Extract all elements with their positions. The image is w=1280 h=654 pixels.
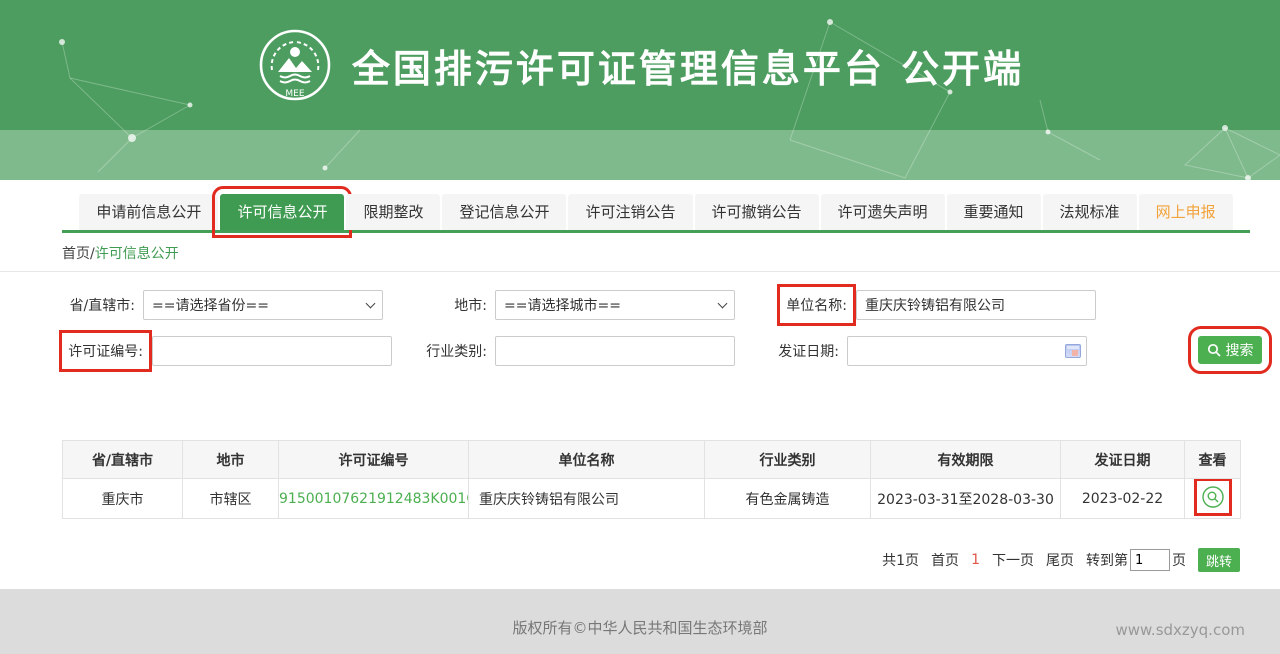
breadcrumb: 首页/许可信息公开 [62,243,1280,263]
cell-city: 市辖区 [183,479,279,519]
form-row-1: 省/直辖市: ==请选择省份== 地市: ==请选择城市== 单位名称: [40,290,1280,320]
calendar-icon[interactable] [1065,344,1081,358]
company-field-group: 单位名称: [744,290,1096,320]
city-field-group: 地市: ==请选择城市== [392,290,744,320]
city-label: 地市: [392,295,487,315]
page-total: 共1页 [882,550,919,570]
industry-input[interactable] [495,336,735,366]
permit-no-label: 许可证编号: [67,338,144,364]
issue-date-input[interactable] [847,336,1087,366]
current-page-link[interactable]: 1 [971,552,980,568]
tab-registration-info[interactable]: 登记信息公开 [442,194,566,230]
form-row-2: 许可证编号: 行业类别: 发证日期: [40,336,1280,366]
main-nav: 申请前信息公开 许可信息公开 限期整改 登记信息公开 许可注销公告 许可撤销公告… [62,194,1250,233]
page-footer: 版权所有©中华人民共和国生态环境部 www.sdxzyq.com [0,589,1280,654]
magnifier-view-icon [1202,486,1224,508]
tab-permit-cancellation-notice[interactable]: 许可注销公告 [568,194,692,230]
col-header-validity: 有效期限 [871,441,1061,479]
province-label: 省/直辖市: [40,295,135,315]
results-table: 省/直辖市 地市 许可证编号 单位名称 行业类别 有效期限 发证日期 查看 重庆… [62,440,1241,519]
table-header-row: 省/直辖市 地市 许可证编号 单位名称 行业类别 有效期限 发证日期 查看 [63,441,1241,479]
results-table-wrap: 省/直辖市 地市 许可证编号 单位名称 行业类别 有效期限 发证日期 查看 重庆… [62,440,1280,519]
tab-permit-revocation-notice[interactable]: 许可撤销公告 [695,194,819,230]
first-page-link[interactable]: 首页 [931,550,959,570]
breadcrumb-current: 许可信息公开 [95,246,179,262]
site-url: www.sdxzyq.com [1116,621,1246,639]
cell-company: 重庆庆铃铸铝有限公司 [469,479,705,519]
province-field-group: 省/直辖市: ==请选择省份== [40,290,392,320]
province-select-value: ==请选择省份== [152,295,269,315]
tab-deadline-rectification[interactable]: 限期整改 [346,194,440,230]
tab-online-declaration[interactable]: 网上申报 [1139,194,1233,230]
company-name-input[interactable] [856,290,1096,320]
city-select[interactable]: ==请选择城市== [495,290,735,320]
tab-permit-loss-statement[interactable]: 许可遗失声明 [821,194,945,230]
industry-label: 行业类别: [392,341,487,361]
issue-date-label: 发证日期: [744,341,839,361]
col-header-city: 地市 [183,441,279,479]
col-header-province: 省/直辖市 [63,441,183,479]
site-title: 全国排污许可证管理信息平台 公开端 [352,38,1024,93]
goto-suffix: 页 [1172,550,1186,570]
copyright-text: 版权所有©中华人民共和国生态环境部 [0,589,1280,638]
view-permit-button[interactable] [1201,485,1225,509]
next-page-link[interactable]: 下一页 [992,550,1034,570]
cell-validity: 2023-03-31至2028-03-30 [871,479,1061,519]
svg-text:MEE: MEE [285,89,304,99]
tab-important-notice[interactable]: 重要通知 [947,194,1041,230]
city-select-value: ==请选择城市== [504,295,621,315]
header-band [0,130,1280,180]
pagination: 共1页 首页 1 下一页 尾页 转到第 页 跳转 [0,547,1240,573]
province-select[interactable]: ==请选择省份== [143,290,383,320]
permit-no-input[interactable] [152,336,392,366]
breadcrumb-home-link[interactable]: 首页 [62,246,90,262]
col-header-permit-no: 许可证编号 [279,441,469,479]
col-header-issue-date: 发证日期 [1061,441,1185,479]
col-header-industry: 行业类别 [705,441,871,479]
col-header-view: 查看 [1185,441,1241,479]
permit-no-field-group: 许可证编号: [40,336,392,366]
cell-province: 重庆市 [63,479,183,519]
tab-regulations-standards[interactable]: 法规标准 [1043,194,1137,230]
search-button-label: 搜索 [1226,340,1254,360]
cell-industry: 有色金属铸造 [705,479,871,519]
goto-page-input[interactable] [1130,549,1170,571]
table-row: 重庆市 市辖区 91500107621912483K001Q 重庆庆铃铸铝有限公… [63,479,1241,519]
search-button[interactable]: 搜索 [1198,336,1262,364]
cell-issue-date: 2023-02-22 [1061,479,1185,519]
last-page-link[interactable]: 尾页 [1046,550,1074,570]
mee-logo-icon: MEE [256,26,334,104]
chevron-down-icon [718,299,728,309]
jump-button[interactable]: 跳转 [1198,548,1240,572]
page: MEE 全国排污许可证管理信息平台 公开端 申请前信息公开 许可信息公开 限期整… [0,0,1280,654]
goto-prefix: 转到第 [1086,550,1128,570]
company-name-label: 单位名称: [785,292,848,318]
brand: MEE 全国排污许可证管理信息平台 公开端 [0,0,1280,130]
site-header: MEE 全国排污许可证管理信息平台 公开端 [0,0,1280,130]
chevron-down-icon [366,299,376,309]
search-icon [1207,343,1221,357]
tab-pre-application-info[interactable]: 申请前信息公开 [79,194,218,230]
industry-field-group: 行业类别: [392,336,744,366]
search-form: 省/直辖市: ==请选择省份== 地市: ==请选择城市== 单位名称: [0,272,1280,400]
goto-page-group: 转到第 页 [1086,549,1186,571]
issue-date-field [847,336,1087,366]
tab-permit-info-disclosure[interactable]: 许可信息公开 [220,194,344,230]
issue-date-field-group: 发证日期: [744,336,1096,366]
col-header-company: 单位名称 [469,441,705,479]
permit-number-link[interactable]: 91500107621912483K001Q [279,491,469,507]
